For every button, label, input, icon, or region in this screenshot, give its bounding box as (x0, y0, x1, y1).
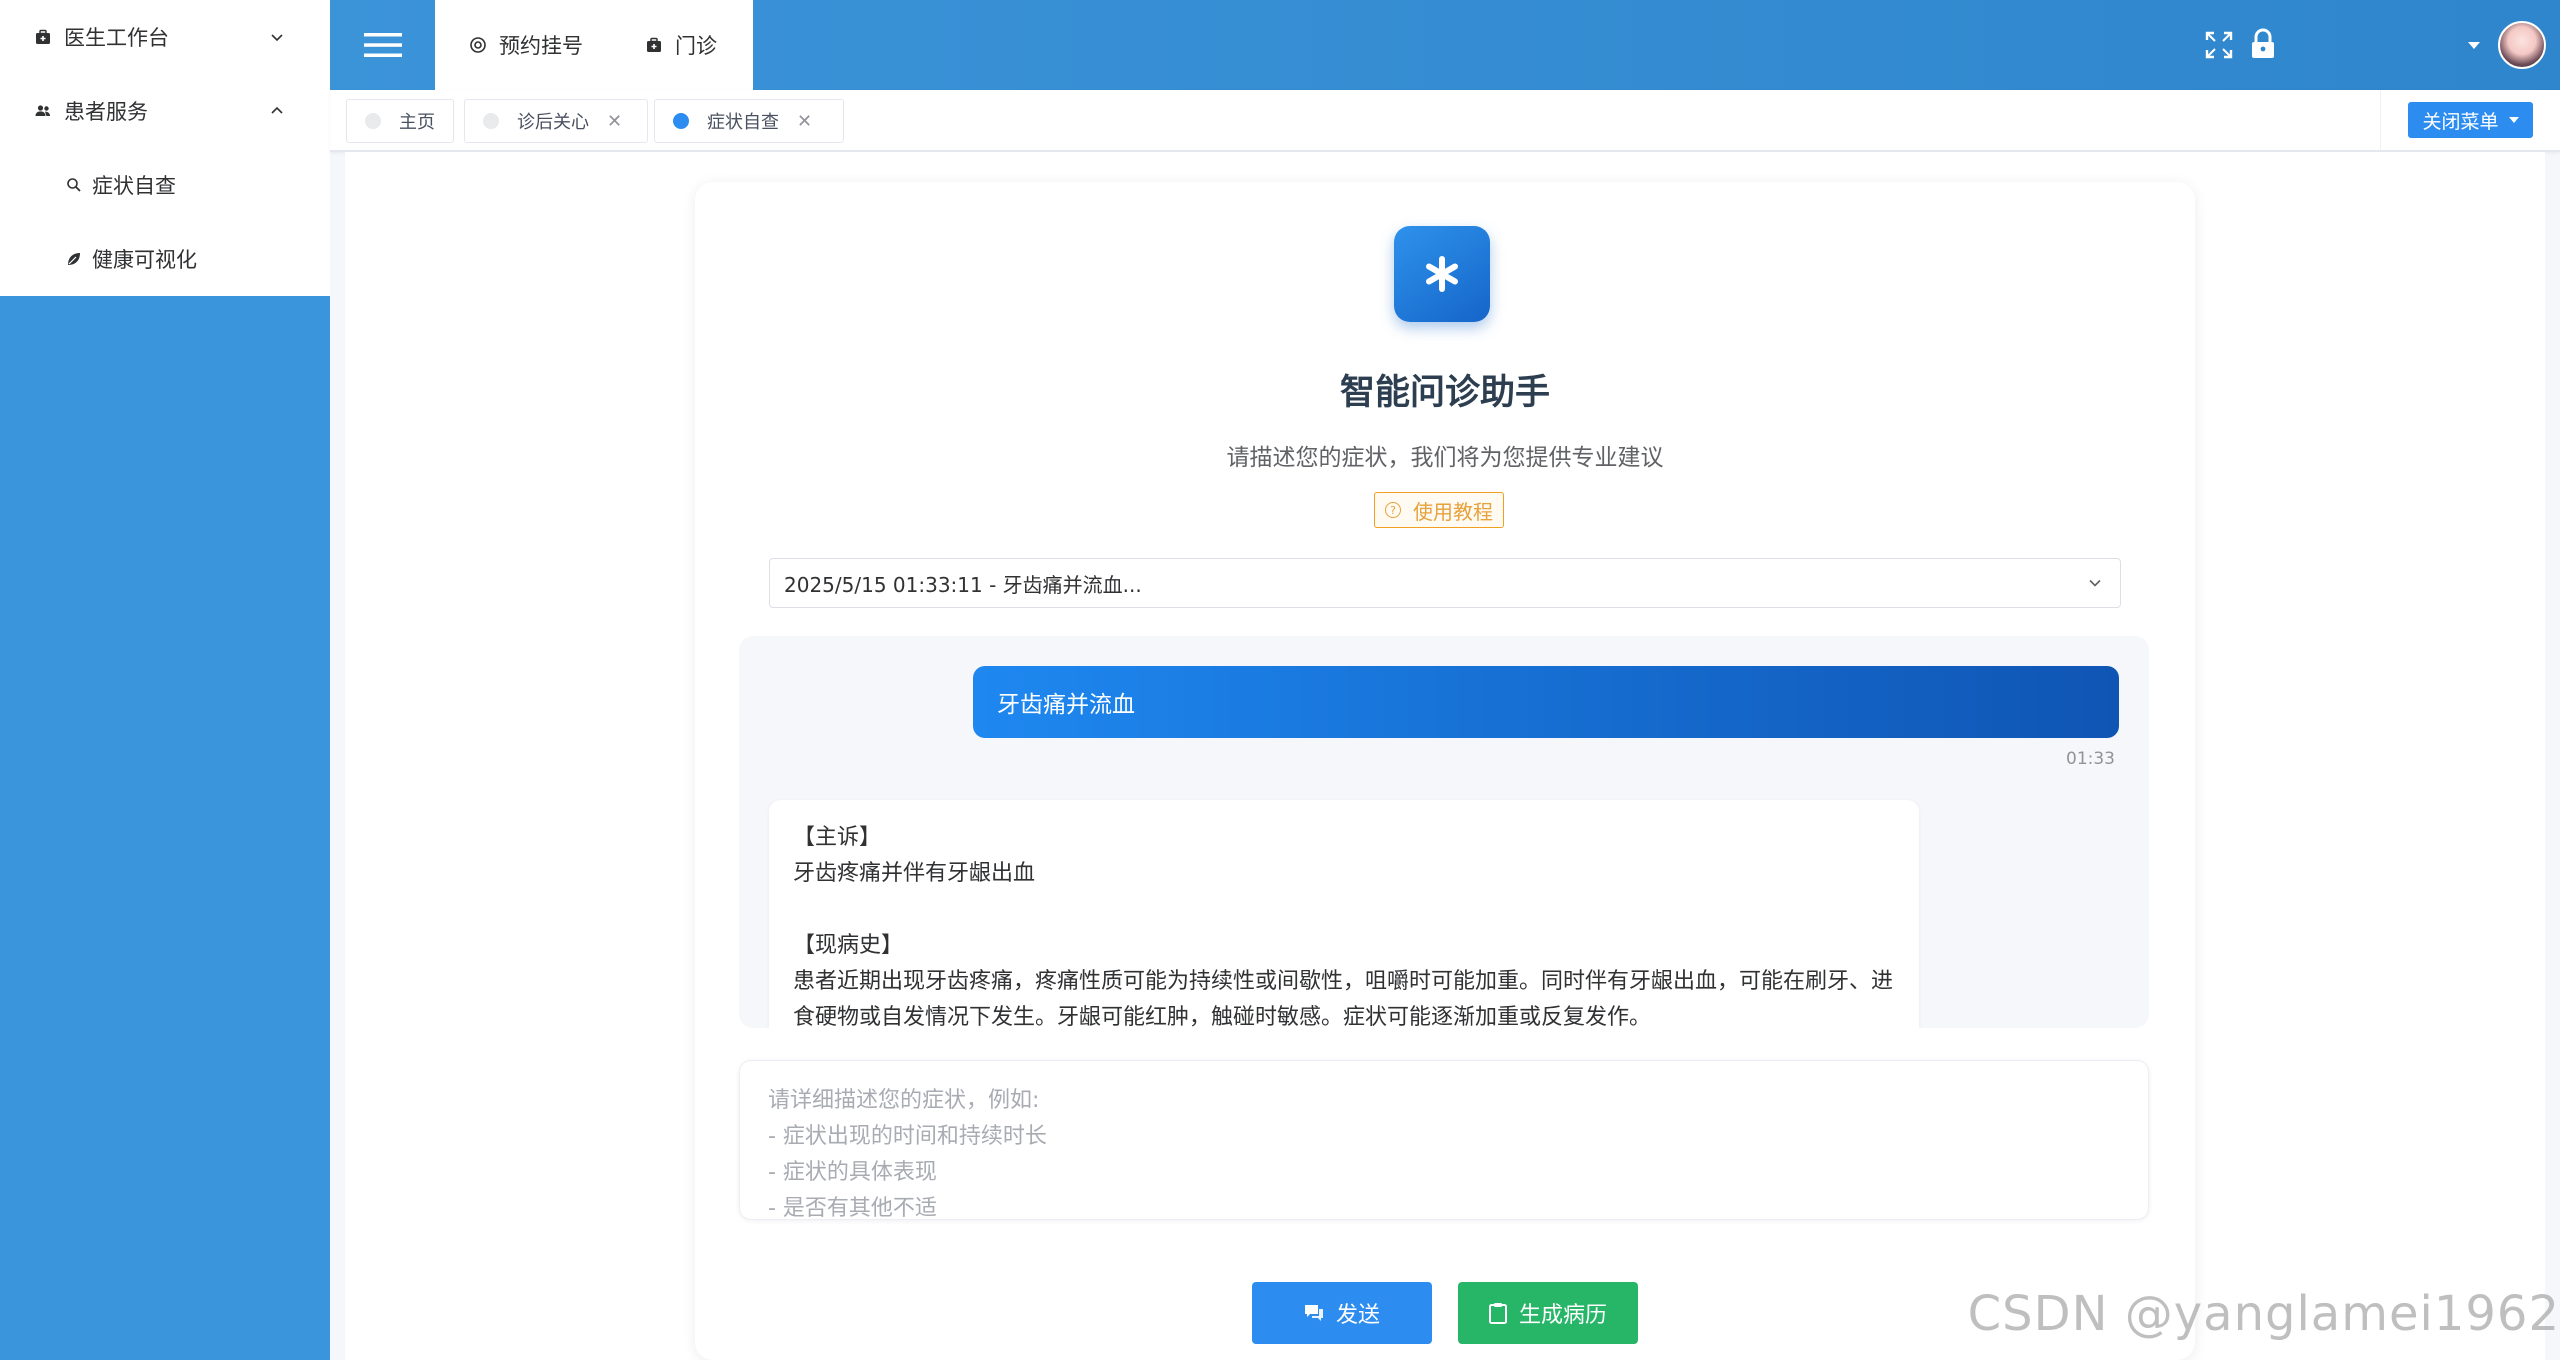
close-menu-button[interactable]: 关闭菜单 (2408, 102, 2533, 138)
session-select-value: 2025/5/15 01:33:11 - 牙齿痛并流血... (784, 572, 1142, 597)
present-history-heading: 【现病史】 (793, 933, 904, 958)
close-icon[interactable]: ✕ (607, 111, 622, 132)
send-button[interactable]: 发送 (1252, 1282, 1432, 1344)
header-actions (2140, 0, 2560, 90)
chevron-down-icon (2089, 579, 2101, 587)
tag-status-dot (365, 113, 381, 129)
sidebar: 医生工作台 患者服务 症状自查 健康可视化 (0, 0, 330, 1360)
dropdown-caret-icon[interactable] (2468, 42, 2480, 50)
page-title: 智能问诊助手 (1339, 373, 1550, 413)
ai-message-bubble: 【主诉】 牙齿疼痛并伴有牙龈出血 【现病史】 患者近期出现牙齿疼痛，疼痛性质可能… (769, 800, 1919, 1028)
app-root: 医生工作台 患者服务 症状自查 健康可视化 预约挂号 门诊 主页 诊后关心 ✕ … (0, 0, 2560, 1360)
avatar[interactable] (2498, 21, 2546, 69)
session-select[interactable]: 2025/5/15 01:33:11 - 牙齿痛并流血... (769, 558, 2121, 608)
top-nav: 预约挂号 门诊 (435, 0, 753, 90)
generate-record-button[interactable]: 生成病历 (1458, 1282, 1638, 1344)
asterisk-icon (1426, 256, 1458, 292)
top-nav-label: 门诊 (675, 34, 717, 58)
question-icon: ? (1385, 502, 1401, 518)
hamburger-icon (363, 33, 402, 57)
sidebar-item-label: 患者服务 (64, 100, 148, 124)
placeholder-line: - 是否有其他不适 (768, 1196, 937, 1220)
sidebar-item-symptom-check[interactable]: 症状自查 (0, 148, 330, 222)
tag-label: 主页 (399, 112, 435, 133)
placeholder-line: - 症状的具体表现 (768, 1160, 937, 1185)
placeholder-line: - 症状出现的时间和持续时长 (768, 1124, 1047, 1149)
send-label: 发送 (1335, 1303, 1380, 1328)
sidebar-item-health-visualization[interactable]: 健康可视化 (0, 222, 330, 296)
generate-label: 生成病历 (1518, 1303, 1607, 1328)
sidebar-item-doctor-workbench[interactable]: 医生工作台 (0, 0, 330, 74)
settings-circle-icon (470, 37, 486, 53)
medkit-icon (36, 29, 50, 44)
search-icon (67, 178, 81, 192)
assistant-card: 智能问诊助手 请描述您的症状，我们将为您提供专业建议 ? 使用教程 2025/5… (695, 182, 2195, 1360)
sidebar-item-label: 症状自查 (92, 174, 176, 198)
close-menu-area: 关闭菜单 (2380, 90, 2560, 150)
watermark-text: CSDN @yanglamei1962 (1967, 1286, 2560, 1342)
close-menu-label: 关闭菜单 (2422, 110, 2499, 133)
top-nav-outpatient[interactable]: 门诊 (645, 30, 717, 60)
chief-complaint-text: 牙齿疼痛并伴有牙龈出血 (793, 861, 1036, 886)
tag-home[interactable]: 主页 (346, 99, 454, 143)
present-history-text: 患者近期出现牙齿疼痛，疼痛性质可能为持续性或间歇性，咀嚼时可能加重。同时伴有牙龈… (793, 969, 1894, 1028)
tags-view-bar: 主页 诊后关心 ✕ 症状自查 ✕ 关闭菜单 (330, 90, 2560, 152)
menu-toggle-button[interactable] (330, 0, 435, 90)
chevron-down-icon (271, 34, 283, 42)
sidebar-item-label: 医生工作台 (64, 26, 169, 50)
sidebar-item-patient-services[interactable]: 患者服务 (0, 74, 330, 148)
chief-complaint-heading: 【主诉】 (793, 825, 882, 850)
tutorial-label: 使用教程 (1413, 499, 1493, 524)
sidebar-menu: 医生工作台 患者服务 症状自查 健康可视化 (0, 0, 330, 296)
tag-post-care[interactable]: 诊后关心 ✕ (464, 99, 648, 143)
tag-symptom-check[interactable]: 症状自查 ✕ (654, 99, 844, 143)
leaf-icon (68, 253, 80, 265)
message-timestamp: 01:33 (2066, 749, 2115, 769)
fullscreen-icon[interactable] (2204, 30, 2234, 60)
user-message-bubble: 牙齿痛并流血 (973, 666, 2119, 738)
chat-window[interactable]: 牙齿痛并流血 01:33 【主诉】 牙齿疼痛并伴有牙龈出血 【现病史】 患者近期… (739, 636, 2149, 1028)
asterisk-logo-icon (1394, 226, 1490, 322)
tag-status-dot (673, 113, 689, 129)
tutorial-button[interactable]: ? 使用教程 (1374, 492, 1504, 528)
clipboard-icon (1488, 1303, 1507, 1324)
sidebar-item-label: 健康可视化 (92, 248, 197, 272)
tag-label: 症状自查 (707, 112, 779, 133)
chat-bubble-icon (1304, 1305, 1323, 1321)
symptom-input[interactable]: 请详细描述您的症状，例如: - 症状出现的时间和持续时长 - 症状的具体表现 -… (739, 1060, 2149, 1220)
main-content: 智能问诊助手 请描述您的症状，我们将为您提供专业建议 ? 使用教程 2025/5… (345, 152, 2545, 1360)
users-icon (35, 105, 50, 116)
lock-icon[interactable] (2250, 28, 2276, 60)
top-nav-label: 预约挂号 (499, 34, 583, 58)
tag-status-dot (483, 113, 499, 129)
tag-label: 诊后关心 (517, 112, 589, 133)
medkit-icon (647, 37, 661, 52)
caret-down-icon (2508, 117, 2519, 123)
user-message-text: 牙齿痛并流血 (997, 692, 1135, 718)
top-header: 预约挂号 门诊 (330, 0, 2560, 90)
chevron-up-icon (271, 106, 283, 114)
top-nav-appointment[interactable]: 预约挂号 (469, 30, 583, 60)
close-icon[interactable]: ✕ (797, 111, 812, 132)
page-subtitle: 请描述您的症状，我们将为您提供专业建议 (1226, 445, 1664, 471)
placeholder-line: 请详细描述您的症状，例如: (768, 1088, 1040, 1113)
